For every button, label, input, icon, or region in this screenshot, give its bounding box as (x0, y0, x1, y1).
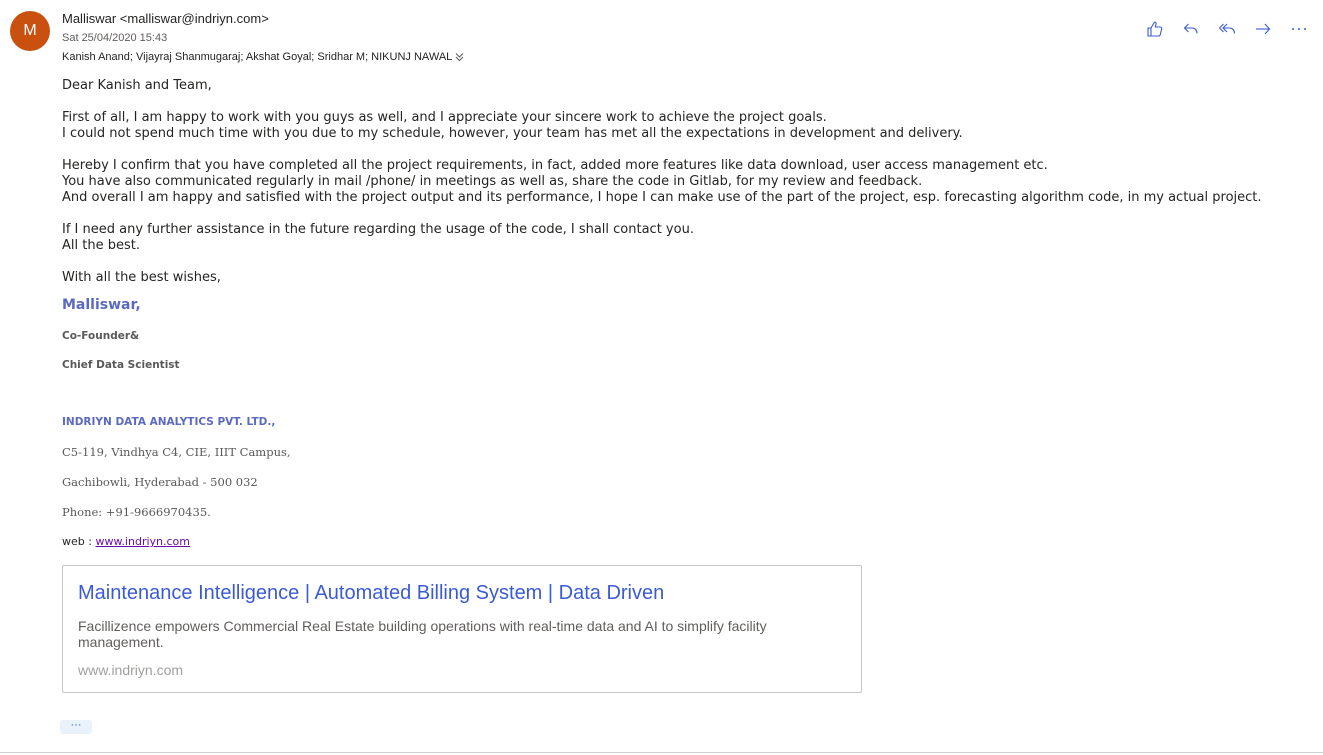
link-preview-title[interactable]: Maintenance Intelligence | Automated Bil… (78, 582, 664, 605)
sent-date: Sat 25/04/2020 15:43 (62, 32, 168, 44)
body-line: I could not spend much time with you due… (62, 126, 963, 141)
expand-recipients-icon[interactable] (455, 52, 464, 62)
signature-address: Gachibowli, Hyderabad - 500 032 (62, 475, 258, 489)
thumbs-up-icon (1147, 21, 1163, 37)
more-icon (1292, 28, 1306, 30)
divider (0, 752, 1323, 753)
reply-all-icon (1218, 23, 1236, 34)
recipients-list: Kanish Anand; Vijayraj Shanmugaraj; Aksh… (62, 51, 453, 63)
body-line: And overall I am happy and satisfied wit… (62, 190, 1262, 205)
greeting: Dear Kanish and Team, (62, 78, 212, 93)
show-more-button[interactable]: ··· (60, 720, 92, 734)
reply-button[interactable] (1181, 18, 1201, 40)
body-line: First of all, I am happy to work with yo… (62, 110, 827, 125)
body-line: Hereby I confirm that you have completed… (62, 158, 1048, 173)
body-line: You have also communicated regularly in … (62, 174, 923, 189)
more-actions-button[interactable] (1289, 18, 1309, 40)
signature-web: web : www.indriyn.com (62, 535, 190, 548)
avatar[interactable]: M (10, 11, 50, 51)
reply-all-button[interactable] (1217, 18, 1237, 40)
signature-name: Malliswar, (62, 297, 141, 313)
signature-company: INDRIYN DATA ANALYTICS PVT. LTD., (62, 416, 276, 428)
like-button[interactable] (1145, 18, 1165, 40)
signature-title: Co-Founder& (62, 330, 140, 342)
forward-icon (1256, 23, 1271, 35)
body-line: All the best. (62, 238, 140, 253)
link-preview-url: www.indriyn.com (78, 662, 184, 678)
web-label: web : (62, 535, 96, 548)
email-reading-pane: M Malliswar <malliswar@indriyn.com> Sat … (0, 0, 1323, 755)
link-preview-card[interactable]: Maintenance Intelligence | Automated Bil… (62, 565, 862, 693)
message-body: Dear Kanish and Team, First of all, I am… (62, 78, 1312, 286)
recipients[interactable]: Kanish Anand; Vijayraj Shanmugaraj; Aksh… (62, 51, 464, 63)
sender[interactable]: Malliswar <malliswar@indriyn.com> (62, 11, 269, 26)
signature-address: C5-119, Vindhya C4, CIE, IIIT Campus, (62, 445, 291, 459)
message-actions (1145, 18, 1309, 40)
forward-button[interactable] (1253, 18, 1273, 40)
body-line: If I need any further assistance in the … (62, 222, 694, 237)
link-preview-description: Facillizence empowers Commercial Real Es… (78, 618, 767, 650)
web-link[interactable]: www.indriyn.com (95, 535, 190, 548)
reply-icon (1183, 23, 1198, 34)
signature-phone: Phone: +91-9666970435. (62, 505, 211, 519)
closing: With all the best wishes, (62, 270, 221, 285)
signature-title: Chief Data Scientist (62, 359, 180, 371)
